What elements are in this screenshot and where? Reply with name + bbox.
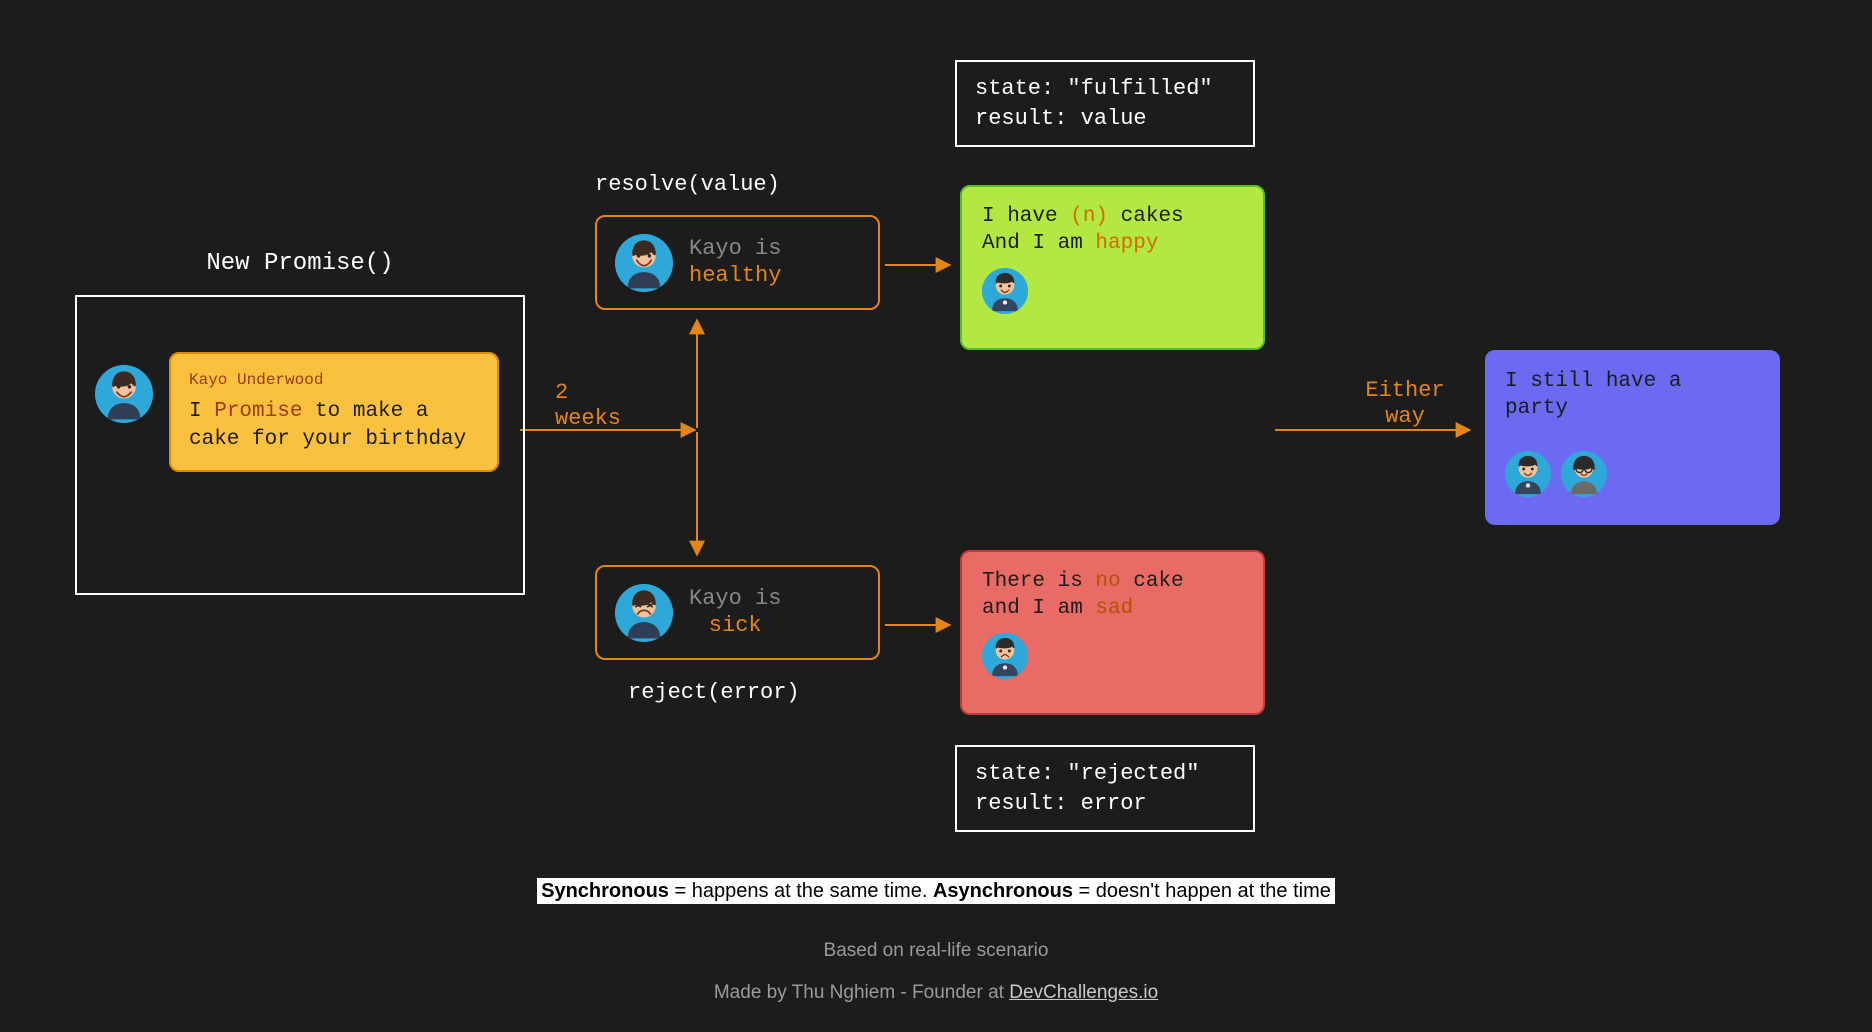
- label-reject: reject(error): [628, 680, 800, 705]
- avatar-boy-party-icon: [1505, 451, 1551, 497]
- footer-based: Based on real-life scenario: [0, 940, 1872, 962]
- promise-card: Kayo Underwood I Promise to make a cake …: [169, 352, 499, 472]
- state-fulfilled-l1: state: "fulfilled": [975, 74, 1235, 104]
- state-rejected-l1: state: "rejected": [975, 759, 1235, 789]
- result-fulfilled-card: I have (n) cakes And I am happy: [960, 185, 1265, 350]
- blue-l2: party: [1505, 395, 1760, 422]
- blue-l1: I still have a: [1505, 368, 1760, 395]
- healthy-text: Kayo is healthy: [689, 236, 781, 289]
- red-line2: and I am sad: [982, 595, 1243, 622]
- devchallenges-link[interactable]: DevChallenges.io: [1009, 982, 1158, 1003]
- healthy-card: Kayo is healthy: [595, 215, 880, 310]
- result-rejected-card: There is no cake and I am sad: [960, 550, 1265, 715]
- footer-definition: Synchronous = happens at the same time. …: [0, 880, 1872, 903]
- avatar-kayo-healthy-icon: [615, 234, 673, 292]
- avatar-boy-icon: [982, 268, 1028, 314]
- label-either-way: Either way: [1350, 378, 1460, 431]
- state-rejected-l2: result: error: [975, 789, 1235, 819]
- avatar-kayo-sick-icon: [615, 584, 673, 642]
- new-promise-label: New Promise(): [75, 250, 525, 277]
- footer-made-by: Made by Thu Nghiem - Founder at DevChall…: [0, 982, 1872, 1004]
- label-resolve: resolve(value): [595, 172, 780, 197]
- avatar-kayo-icon: [95, 365, 153, 423]
- sick-text: Kayo is sick: [689, 586, 781, 639]
- party-card: I still have a party: [1485, 350, 1780, 525]
- sick-card: Kayo is sick: [595, 565, 880, 660]
- diagram-stage: New Promise() Kayo Underwood I Promise t…: [0, 0, 1872, 1032]
- green-line1: I have (n) cakes: [982, 203, 1243, 230]
- green-line2: And I am happy: [982, 230, 1243, 257]
- avatar-girl-glasses-icon: [1561, 451, 1607, 497]
- avatar-boy-sad-icon: [982, 633, 1028, 679]
- new-promise-box: Kayo Underwood I Promise to make a cake …: [75, 295, 525, 595]
- state-fulfilled-box: state: "fulfilled" result: value: [955, 60, 1255, 147]
- state-fulfilled-l2: result: value: [975, 104, 1235, 134]
- label-2-weeks: 2 weeks: [555, 380, 621, 433]
- red-line1: There is no cake: [982, 568, 1243, 595]
- state-rejected-box: state: "rejected" result: error: [955, 745, 1255, 832]
- promise-text: I Promise to make a cake for your birthd…: [189, 398, 479, 455]
- promise-author: Kayo Underwood: [189, 370, 479, 392]
